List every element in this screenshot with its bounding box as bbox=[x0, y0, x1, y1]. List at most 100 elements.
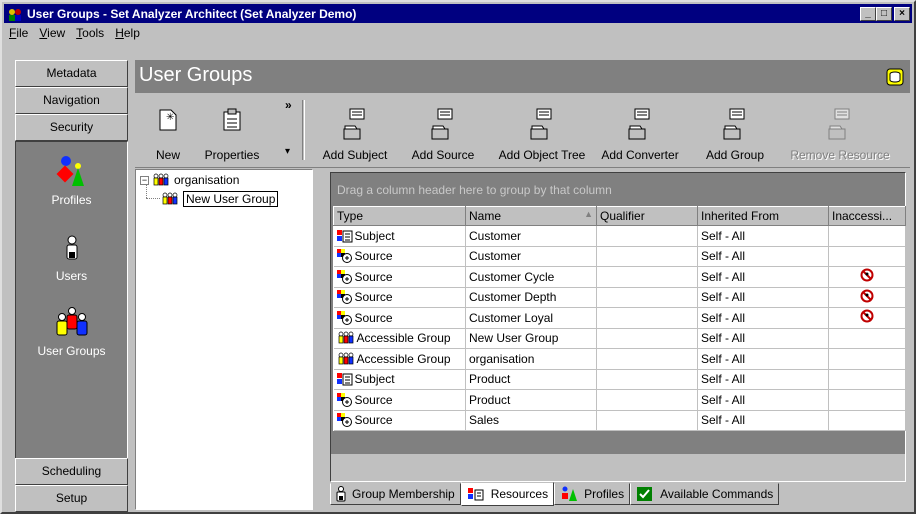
tab-group-membership[interactable]: Group Membership bbox=[330, 483, 461, 505]
table-row[interactable]: Source Product Self - All bbox=[333, 389, 906, 411]
properties-button[interactable]: Properties bbox=[205, 108, 259, 162]
cell-inaccessible[interactable] bbox=[828, 266, 906, 288]
new-button[interactable]: ✳ New bbox=[156, 108, 180, 162]
close-button[interactable]: × bbox=[894, 6, 910, 21]
cell-inherited-from[interactable]: Self - All bbox=[697, 348, 829, 370]
table-row[interactable]: Subject Product Self - All bbox=[333, 369, 906, 390]
nav-security-button[interactable]: Security bbox=[15, 114, 128, 141]
nav-setup-button[interactable]: Setup bbox=[15, 485, 128, 512]
cell-inaccessible[interactable] bbox=[828, 307, 906, 329]
tree-node-new-user-group[interactable]: New User Group bbox=[161, 191, 279, 207]
cell-inherited-from[interactable]: Self - All bbox=[697, 410, 829, 431]
cell-type[interactable]: Source bbox=[333, 410, 466, 431]
add-converter-button[interactable]: Add Converter bbox=[601, 108, 679, 162]
minimize-button[interactable]: _ bbox=[860, 6, 876, 21]
maximize-button[interactable]: □ bbox=[876, 6, 892, 21]
cell-name[interactable]: Customer bbox=[465, 225, 597, 247]
cell-name[interactable]: Product bbox=[465, 369, 597, 390]
cell-type[interactable]: Source bbox=[333, 389, 466, 411]
table-row[interactable]: Source Customer Cycle Self - All bbox=[333, 266, 906, 288]
table-row[interactable]: Source Customer Self - All bbox=[333, 246, 906, 267]
cell-qualifier[interactable] bbox=[596, 246, 698, 267]
table-row[interactable]: Source Customer Loyal Self - All bbox=[333, 307, 906, 329]
cell-type[interactable]: Source bbox=[333, 287, 466, 308]
tree-node-organisation[interactable]: − organisation bbox=[140, 173, 239, 187]
nav-scheduling-button[interactable]: Scheduling bbox=[15, 458, 128, 485]
cell-name[interactable]: New User Group bbox=[465, 328, 597, 349]
tab-resources[interactable]: Resources bbox=[460, 482, 555, 506]
cell-inherited-from[interactable]: Self - All bbox=[697, 246, 829, 267]
table-row[interactable]: Source Sales Self - All bbox=[333, 410, 906, 431]
title-bar[interactable]: User Groups - Set Analyzer Architect (Se… bbox=[4, 4, 912, 23]
cell-qualifier[interactable] bbox=[596, 410, 698, 431]
cell-qualifier[interactable] bbox=[596, 266, 698, 288]
add-group-button[interactable]: Add Group bbox=[706, 108, 764, 162]
menu-tools[interactable]: Tools bbox=[71, 26, 110, 40]
cell-inaccessible[interactable] bbox=[828, 246, 906, 267]
cell-qualifier[interactable] bbox=[596, 287, 698, 308]
cell-type[interactable]: Source bbox=[333, 266, 466, 288]
nav-metadata-button[interactable]: Metadata bbox=[15, 60, 128, 87]
cell-inherited-from[interactable]: Self - All bbox=[697, 328, 829, 349]
cell-name[interactable]: Sales bbox=[465, 410, 597, 431]
cell-name[interactable]: Product bbox=[465, 389, 597, 411]
cell-inherited-from[interactable]: Self - All bbox=[697, 389, 829, 411]
cell-name[interactable]: Customer Depth bbox=[465, 287, 597, 308]
cell-type[interactable]: Source bbox=[333, 307, 466, 329]
menu-view[interactable]: View bbox=[34, 26, 71, 40]
cell-name[interactable]: Customer Loyal bbox=[465, 307, 597, 329]
column-header-inherited-from[interactable]: Inherited From bbox=[697, 206, 829, 226]
column-header-inaccessible[interactable]: Inaccessi... bbox=[828, 206, 906, 226]
cell-type[interactable]: Accessible Group bbox=[333, 328, 466, 349]
cell-name[interactable]: Customer bbox=[465, 246, 597, 267]
cell-inaccessible[interactable] bbox=[828, 287, 906, 308]
column-header-type[interactable]: Type bbox=[333, 206, 466, 226]
table-row[interactable]: Accessible Group organisation Self - All bbox=[333, 348, 906, 370]
cell-type[interactable]: Subject bbox=[333, 369, 466, 390]
cell-type[interactable]: Accessible Group bbox=[333, 348, 466, 370]
nav-navigation-button[interactable]: Navigation bbox=[15, 87, 128, 114]
cell-inaccessible[interactable] bbox=[828, 410, 906, 431]
menu-file[interactable]: File bbox=[4, 26, 34, 40]
nav-item-users[interactable]: Users bbox=[16, 232, 127, 283]
cell-inaccessible[interactable] bbox=[828, 348, 906, 370]
collapse-toggle[interactable]: − bbox=[140, 175, 149, 185]
remove-resource-button[interactable]: Remove Resource bbox=[790, 108, 890, 162]
table-row[interactable]: Subject Customer Self - All bbox=[333, 225, 906, 247]
cell-inherited-from[interactable]: Self - All bbox=[697, 266, 829, 288]
cell-inherited-from[interactable]: Self - All bbox=[697, 369, 829, 390]
cell-inaccessible[interactable] bbox=[828, 225, 906, 247]
tab-available-commands[interactable]: Available Commands bbox=[630, 483, 780, 505]
column-header-qualifier[interactable]: Qualifier bbox=[596, 206, 698, 226]
cell-qualifier[interactable] bbox=[596, 369, 698, 390]
nav-item-profiles[interactable]: Profiles bbox=[16, 154, 127, 207]
cell-qualifier[interactable] bbox=[596, 307, 698, 329]
cell-type[interactable]: Subject bbox=[333, 225, 466, 247]
cell-qualifier[interactable] bbox=[596, 389, 698, 411]
table-row[interactable]: Source Customer Depth Self - All bbox=[333, 287, 906, 308]
cell-name[interactable]: Customer Cycle bbox=[465, 266, 597, 288]
cell-type[interactable]: Source bbox=[333, 246, 466, 267]
tab-profiles[interactable]: Profiles bbox=[554, 483, 631, 505]
cell-inherited-from[interactable]: Self - All bbox=[697, 287, 829, 308]
cell-qualifier[interactable] bbox=[596, 225, 698, 247]
database-icon[interactable] bbox=[886, 68, 904, 86]
cell-name[interactable]: organisation bbox=[465, 348, 597, 370]
toolbar-more-chevron[interactable]: » bbox=[285, 98, 292, 112]
add-subject-button[interactable]: Add Subject bbox=[323, 108, 387, 162]
group-by-area[interactable]: Drag a column header here to group by th… bbox=[331, 173, 905, 205]
column-header-name[interactable]: Name ▲ bbox=[465, 206, 597, 226]
cell-inaccessible[interactable] bbox=[828, 389, 906, 411]
cell-qualifier[interactable] bbox=[596, 328, 698, 349]
toolbar-dropdown-arrow[interactable]: ▾ bbox=[285, 146, 290, 157]
menu-help[interactable]: Help bbox=[110, 26, 146, 40]
table-row[interactable]: Accessible Group New User Group Self - All bbox=[333, 328, 906, 349]
cell-inaccessible[interactable] bbox=[828, 328, 906, 349]
add-source-button[interactable]: Add Source bbox=[412, 108, 474, 162]
cell-inherited-from[interactable]: Self - All bbox=[697, 225, 829, 247]
nav-item-user-groups[interactable]: User Groups bbox=[16, 305, 127, 358]
cell-inherited-from[interactable]: Self - All bbox=[697, 307, 829, 329]
cell-qualifier[interactable] bbox=[596, 348, 698, 370]
cell-inaccessible[interactable] bbox=[828, 369, 906, 390]
add-object-tree-button[interactable]: Add Object Tree bbox=[499, 108, 585, 162]
